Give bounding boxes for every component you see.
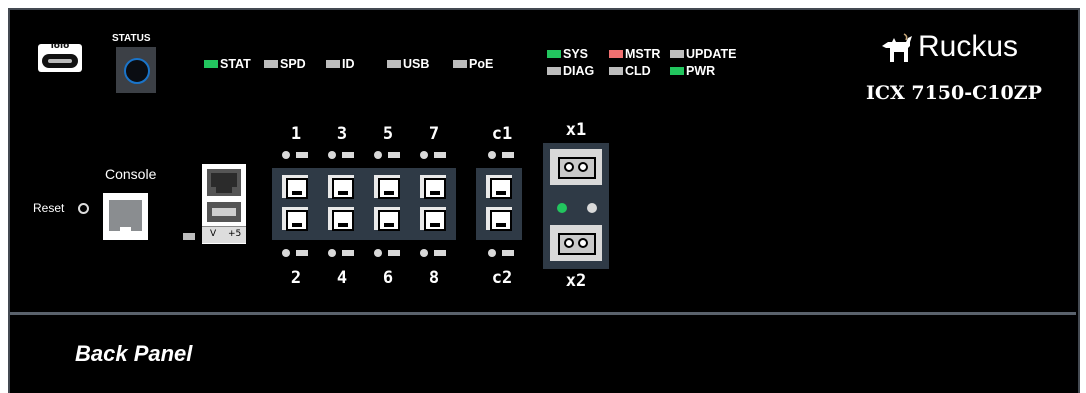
led-update-label: UPDATE [686,47,737,61]
led-mstr-label: MSTR [625,47,661,61]
port-c1[interactable] [484,173,514,200]
led-poe-indicator [453,60,467,68]
led-sys-label: SYS [563,47,589,61]
port-label-5: 5 [382,124,394,144]
sfp-cage [543,143,609,269]
mgmt-port[interactable] [207,169,241,196]
port-led-2 [276,249,316,257]
mgmt-usb-stack: V +5 [202,164,246,244]
led-usb: USB [387,57,430,71]
led-id-label: ID [342,57,355,71]
led-pwr-label: PWR [686,64,716,78]
port-label-x1: x1 [565,120,587,140]
port-label-4: 4 [336,268,348,288]
port-1[interactable] [280,173,310,200]
port-led-4 [322,249,362,257]
led-sys-indicator [547,50,561,58]
port-label-c2: c2 [491,268,513,288]
mgmt-led [183,233,195,240]
port-label-1: 1 [290,124,302,144]
usb-c-socket-icon [42,54,78,68]
port-label-3: 3 [336,124,348,144]
led-usb-label: USB [403,57,430,71]
led-update-indicator [670,50,684,58]
volt-mark-plus5: +5 [228,229,242,239]
dog-logo-icon [882,33,912,62]
port-label-8: 8 [428,268,440,288]
port-6[interactable] [372,205,402,232]
led-stat-indicator [204,60,218,68]
led-spd: SPD [264,57,306,71]
port-led-8 [414,249,454,257]
port-8[interactable] [418,205,448,232]
port-led-3 [322,151,362,159]
reset-label: Reset [33,201,65,215]
led-diag-label: DIAG [563,64,595,78]
port-led-7 [414,151,454,159]
console-port[interactable] [103,193,148,240]
led-poe-label: PoE [469,57,494,71]
led-cld: CLD [609,64,651,78]
led-pwr: PWR [670,64,716,78]
led-cld-label: CLD [625,64,651,78]
port-5[interactable] [372,173,402,200]
led-stat: STAT [204,57,251,71]
port-c2[interactable] [484,205,514,232]
port-led-1 [276,151,316,159]
led-spd-label: SPD [280,57,306,71]
status-label: STATUS [112,33,151,44]
brand-logo: Ruckus [880,30,1060,70]
led-pwr-indicator [670,67,684,75]
usb-c-label: ıоıо [50,41,70,51]
led-update: UPDATE [670,47,737,61]
panel-divider [10,312,1076,315]
sfp-led-right [587,203,597,213]
reset-button[interactable] [78,203,89,214]
sfp-port-x2[interactable] [550,225,602,261]
port-label-2: 2 [290,268,302,288]
power-marking: V +5 [202,226,246,243]
console-label: Console [105,166,157,182]
usb-a-port[interactable] [207,202,241,222]
console-socket-icon [109,200,142,231]
sfp-led-left [557,203,567,213]
port-led-5 [368,151,408,159]
led-id: ID [326,57,355,71]
port-4[interactable] [326,205,356,232]
led-spd-indicator [264,60,278,68]
port-7[interactable] [418,173,448,200]
status-button[interactable] [116,47,156,93]
brand-name: Ruckus [918,30,1019,63]
sfp-port-x1[interactable] [550,149,602,185]
led-diag-indicator [547,67,561,75]
led-id-indicator [326,60,340,68]
port-2[interactable] [280,205,310,232]
led-stat-label: STAT [220,57,251,71]
back-panel-label[interactable]: Back Panel [75,341,192,367]
led-poe: PoE [453,57,494,71]
port-label-x2: x2 [565,271,587,291]
port-3[interactable] [326,173,356,200]
port-label-6: 6 [382,268,394,288]
led-sys: SYS [547,47,589,61]
led-diag: DIAG [547,64,595,78]
port-label-c1: c1 [491,124,513,144]
model-name: ICX 7150-C10ZP [866,82,1042,104]
led-mstr-indicator [609,50,623,58]
led-usb-indicator [387,60,401,68]
usb-c-port[interactable]: ıоıо [38,41,82,72]
port-led-c1 [482,151,522,159]
led-cld-indicator [609,67,623,75]
port-led-c2 [482,249,522,257]
volt-mark-v: V [210,229,217,239]
status-ring-icon [124,58,150,84]
port-label-7: 7 [428,124,440,144]
port-led-6 [368,249,408,257]
led-mstr: MSTR [609,47,661,61]
